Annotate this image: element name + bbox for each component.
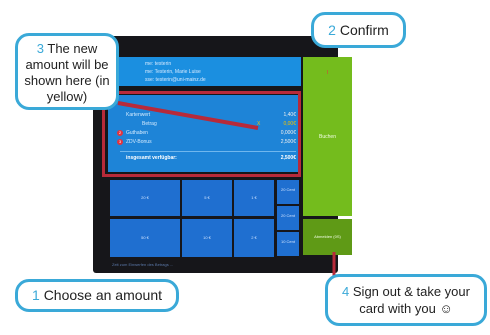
callout-sign-out: 4 Sign out & take your card with you ☺	[325, 274, 487, 326]
callout-number: 2	[328, 22, 336, 38]
callout-number: 4	[342, 284, 350, 299]
callout-number: 3	[36, 41, 44, 56]
callout-new-amount: 3 The new amount will be shown here (in …	[15, 33, 119, 110]
callout-choose-amount: 1 Choose an amount	[15, 279, 179, 312]
connector-line-3	[117, 101, 259, 130]
callout-text: Confirm	[339, 22, 389, 38]
callout-text: Sign out & take your card with you ☺	[352, 284, 470, 316]
callout-number: 1	[32, 287, 40, 303]
callout-confirm: 2 Confirm	[311, 12, 406, 48]
callout-text: Choose an amount	[43, 287, 162, 303]
